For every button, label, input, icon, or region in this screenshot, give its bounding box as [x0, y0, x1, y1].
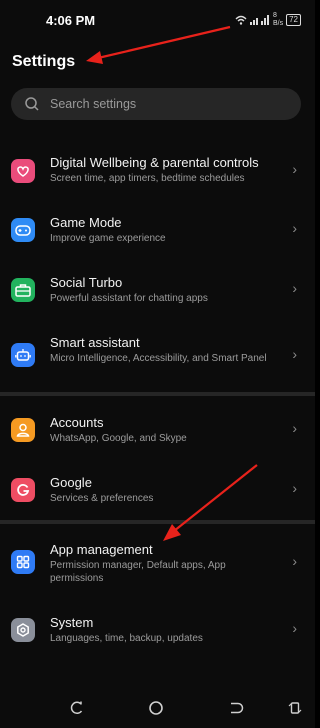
- section-divider: [0, 520, 315, 524]
- item-subtitle: Screen time, app timers, bedtime schedul…: [50, 173, 245, 184]
- battery-indicator: 72: [286, 14, 301, 26]
- status-bar: 4:06 PM 8 B/s 72: [0, 0, 315, 40]
- item-subtitle: Improve game experience: [50, 233, 166, 244]
- recent-apps-icon: [70, 701, 83, 715]
- item-label: Social Turbo: [50, 275, 123, 290]
- settings-item-google[interactable]: Google Services & preferences ›: [0, 470, 315, 510]
- search-icon: [25, 97, 39, 111]
- rotate-screen-button[interactable]: [284, 697, 306, 719]
- home-button[interactable]: [145, 697, 167, 719]
- settings-item-app-management[interactable]: App management Permission manager, Defau…: [0, 537, 315, 589]
- item-subtitle: Powerful assistant for chatting apps: [50, 293, 208, 304]
- item-label: Smart assistant: [50, 335, 140, 350]
- section-divider: [0, 392, 315, 396]
- briefcase-icon: [11, 278, 35, 302]
- item-subtitle: Micro Intelligence, Accessibility, and S…: [50, 353, 267, 364]
- google-g-icon: [11, 478, 35, 502]
- settings-item-social-turbo[interactable]: Social Turbo Powerful assistant for chat…: [0, 270, 315, 310]
- item-label: Digital Wellbeing & parental controls: [50, 155, 259, 170]
- settings-screen: 4:06 PM 8 B/s 72 Settings Search setting…: [0, 0, 315, 728]
- gear-icon: [11, 618, 35, 642]
- back-icon: [231, 702, 244, 714]
- chevron-right-icon: ›: [292, 620, 297, 636]
- item-label: Google: [50, 475, 92, 490]
- item-label: System: [50, 615, 94, 630]
- status-icons: 8 B/s 72: [235, 12, 301, 28]
- search-bar[interactable]: Search settings: [11, 88, 301, 120]
- chevron-right-icon: ›: [292, 553, 297, 569]
- navigation-bar: [0, 690, 315, 728]
- chevron-right-icon: ›: [292, 420, 297, 436]
- settings-item-system[interactable]: System Languages, time, backup, updates …: [0, 610, 315, 650]
- heart-icon: [11, 159, 35, 183]
- person-icon: [11, 418, 35, 442]
- search-placeholder: Search settings: [50, 97, 137, 111]
- chevron-right-icon: ›: [292, 346, 297, 362]
- home-circle-icon: [149, 701, 163, 715]
- status-time: 4:06 PM: [46, 13, 96, 28]
- chevron-right-icon: ›: [292, 280, 297, 296]
- item-subtitle: Permission manager, Default apps, App pe…: [50, 560, 226, 584]
- settings-item-digital-wellbeing[interactable]: Digital Wellbeing & parental controls Sc…: [0, 150, 315, 194]
- signal-icon: [249, 15, 269, 25]
- chevron-right-icon: ›: [292, 480, 297, 496]
- chevron-right-icon: ›: [292, 161, 297, 177]
- settings-item-game-mode[interactable]: Game Mode Improve game experience ›: [0, 210, 315, 250]
- robot-icon: [11, 343, 35, 367]
- recent-apps-button[interactable]: [66, 697, 88, 719]
- chevron-right-icon: ›: [292, 220, 297, 236]
- item-subtitle: Languages, time, backup, updates: [50, 633, 203, 644]
- apps-grid-icon: [11, 550, 35, 574]
- rotate-icon: [288, 702, 302, 714]
- back-button[interactable]: [225, 697, 247, 719]
- item-label: Accounts: [50, 415, 104, 430]
- gamepad-icon: [11, 218, 35, 242]
- settings-item-accounts[interactable]: Accounts WhatsApp, Google, and Skype ›: [0, 410, 315, 450]
- wifi-icon: [235, 15, 247, 25]
- item-subtitle: WhatsApp, Google, and Skype: [50, 433, 187, 444]
- network-speed: 8 B/s: [272, 12, 284, 27]
- item-subtitle: Services & preferences: [50, 493, 154, 504]
- item-label: App management: [50, 542, 153, 557]
- page-title: Settings: [12, 53, 76, 70]
- item-label: Game Mode: [50, 215, 122, 230]
- settings-item-smart-assistant[interactable]: Smart assistant Micro Intelligence, Acce…: [0, 330, 315, 382]
